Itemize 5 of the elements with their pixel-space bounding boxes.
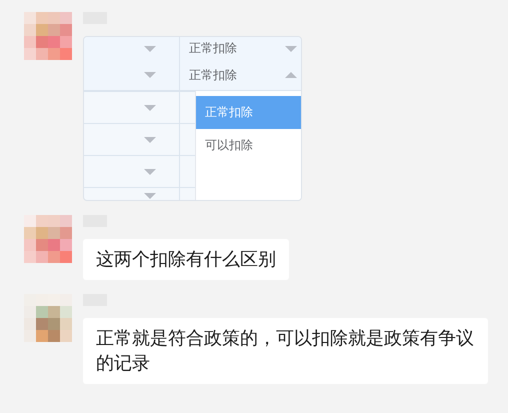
message-bubble: 正常就是符合政策的，可以扣除就是政策有争议的记录 — [83, 318, 488, 384]
message-bubble: 这两个扣除有什么区别 — [83, 239, 289, 280]
select-value: 正常扣除 — [189, 40, 237, 57]
dropdown-option[interactable]: 可以扣除 — [196, 129, 301, 162]
select-value: 正常扣除 — [189, 66, 237, 84]
